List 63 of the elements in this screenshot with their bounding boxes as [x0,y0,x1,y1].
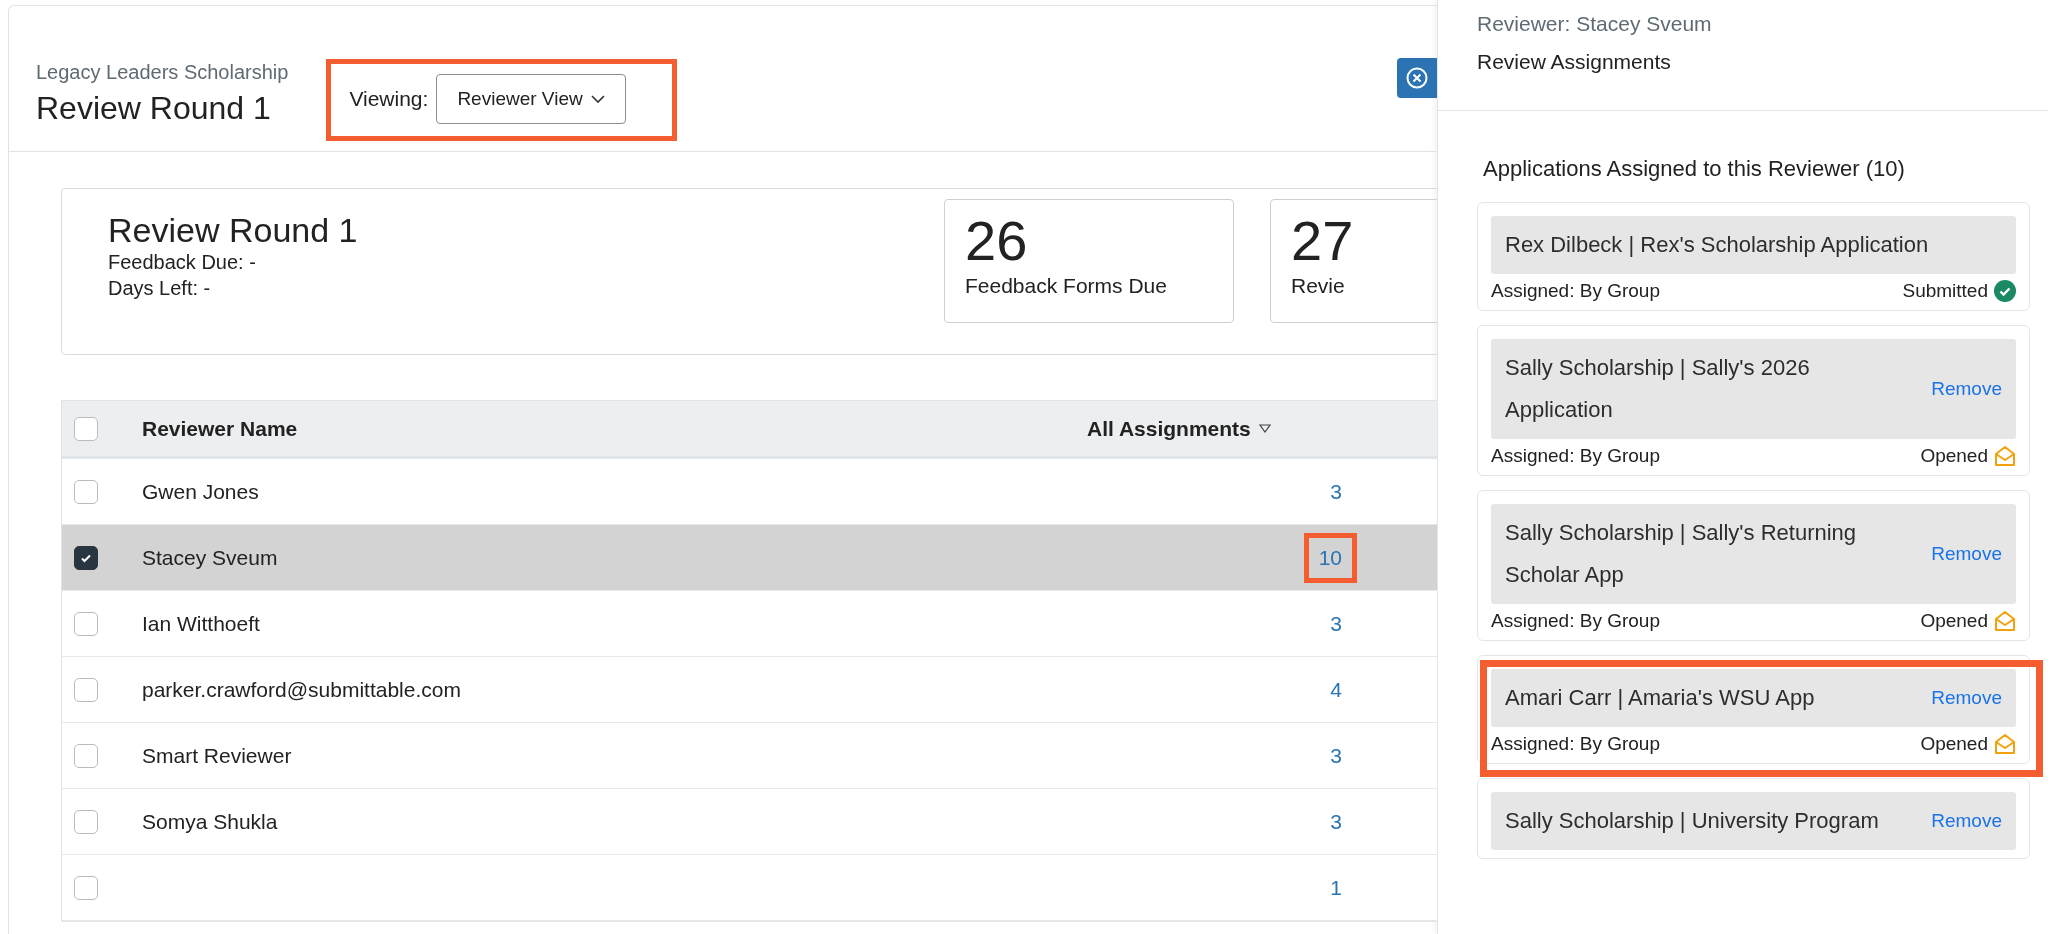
row-checkbox[interactable] [74,611,98,636]
reviewer-name: Gwen Jones [142,479,259,503]
open-envelope-icon [1994,445,2016,467]
assignments-heading: Applications Assigned to this Reviewer (10) [1482,155,1906,182]
reviewer-name: Somya Shukla [142,809,278,833]
application-title: Sally Scholarship | Sally's 2026 Application [1505,354,1811,424]
assignment-count-link[interactable]: 3 [1315,730,1357,781]
remove-link[interactable]: Remove [1931,687,2002,709]
open-envelope-icon [1994,610,2016,632]
assignment-count-link[interactable]: 3 [1315,598,1357,649]
panel-title: Review Assignments [1477,50,1672,74]
stat-value: 26 [965,208,1029,274]
application-title: Sally Scholarship | Sally's Returning Scholar App [1505,519,1858,589]
open-envelope-icon [1994,733,2016,755]
assigned-by: Assigned: By Group [1491,280,1660,302]
status-label: Opened [1920,610,1988,632]
close-button[interactable] [1397,58,1437,98]
row-checkbox[interactable] [74,743,98,768]
row-checkbox[interactable] [74,875,98,900]
check-circle-icon [1994,280,2016,302]
remove-link[interactable]: Remove [1931,378,2002,400]
assigned-by: Assigned: By Group [1491,733,1660,755]
application-title: Sally Scholarship | University Program [1505,807,1879,835]
row-checkbox[interactable] [74,677,98,702]
column-header[interactable]: All Assignments [1087,416,1271,441]
stat-label: Feedback Forms Due [965,274,1168,298]
row-checkbox[interactable] [74,479,98,504]
row-checkbox[interactable] [74,545,98,570]
assigned-by: Assigned: By Group [1491,610,1660,632]
row-checkbox[interactable] [74,809,98,834]
reviewer-name: parker.crawford@submittable.com [142,677,461,701]
round-detail: Feedback Due: - [108,250,257,275]
close-icon [1405,66,1429,90]
reviewer-name: Stacey Sveum [142,545,278,569]
reviewer-label: Reviewer: Stacey Sveum [1477,12,1713,36]
round-detail: Days Left: - [108,276,212,301]
application-title: Rex Dilbeck | Rex's Scholarship Application [1505,231,1929,259]
assignment-count-link[interactable]: 3 [1315,796,1357,847]
assignment-count-link[interactable]: 1 [1315,862,1357,913]
remove-link[interactable]: Remove [1931,543,2002,565]
select-all-checkbox[interactable] [74,416,98,441]
view-select[interactable]: Reviewer View [436,74,626,124]
assigned-by: Assigned: By Group [1491,445,1660,467]
reviewer-name: Ian Witthoeft [142,611,260,635]
program-name: Legacy Leaders Scholarship [36,61,289,84]
status-label: Opened [1920,445,1988,467]
column-header[interactable]: Reviewer Name [142,416,1087,441]
stat-label: Revie [1291,274,1346,298]
page-title: Review Round 1 [36,90,272,127]
table-row[interactable]: Stacey Sveum 10 [62,525,1437,591]
assignment-count-link[interactable]: 10 [1303,532,1357,583]
status-label: Submitted [1902,280,1988,302]
status-label: Opened [1920,733,1988,755]
application-title: Amari Carr | Amaria's WSU App [1505,684,1815,712]
remove-link[interactable]: Remove [1931,810,2002,832]
assignment-count-link[interactable]: 4 [1315,664,1357,715]
assignment-count-link[interactable]: 3 [1315,466,1357,517]
chevron-down-icon [590,94,605,104]
sort-icon [1258,424,1271,433]
reviewer-name: Smart Reviewer [142,743,292,767]
stat-value: 27 [1291,208,1355,274]
round-title: Review Round 1 [108,211,358,249]
viewing-label: Viewing: [349,87,429,111]
